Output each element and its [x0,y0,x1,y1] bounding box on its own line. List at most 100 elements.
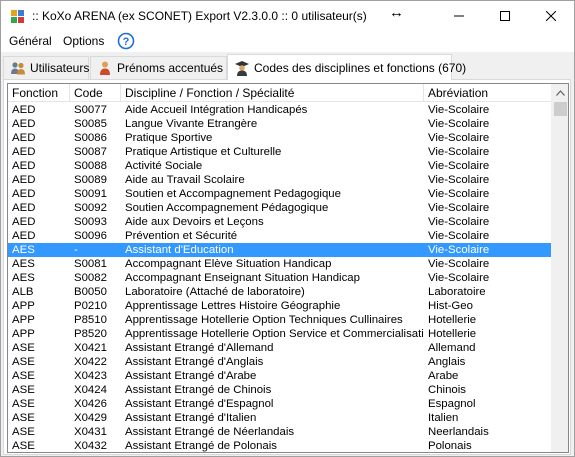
cell-abreviation: Polonais [428,440,472,452]
cell-fonction: AED [12,146,36,158]
cell-discipline: Soutien et Accompagnement Pedagogique [125,188,341,200]
svg-text:?: ? [123,36,130,48]
cell-abreviation: Vie-Scolaire [428,118,490,130]
cell-code: S0088 [74,160,107,172]
table-row[interactable]: AED S0085 Langue Vivante Etrangère Vie-Scol… [8,117,553,131]
vertical-scrollbar[interactable] [551,84,568,452]
cell-discipline: Pratique Artistique et Culturelle [125,146,282,158]
cell-fonction: APP [12,328,35,340]
table-row[interactable]: ASE X0422 Assistant Etrangé d'Anglais Angla… [8,355,553,369]
cell-abreviation: Chinois [428,384,466,396]
cell-abreviation: Vie-Scolaire [428,230,490,242]
cell-abreviation: Vie-Scolaire [428,132,490,144]
table-row[interactable]: AES S0082 Accompagnant Enseignant Situatio… [8,271,553,285]
tab-label: Utilisateurs [30,61,90,75]
codes-list-view[interactable]: Fonction Code Discipline / Fonction / Sp… [7,83,569,453]
cell-code: S0092 [74,202,107,214]
teacher-icon [234,60,250,76]
cell-discipline: Assistant Etrangé de Chinois [125,384,272,396]
table-row[interactable]: ASE X0432 Assistant Etrangé de Polonais Pol… [8,439,553,452]
table-row[interactable]: AED S0086 Pratique Sportive Vie-Scolaire [8,131,553,145]
table-row[interactable]: APP P0210 Apprentissage Lettres Histoire G… [8,299,553,313]
close-button[interactable] [528,1,574,31]
cell-discipline: Assistant Etrangé de Polonais [125,440,277,452]
cell-code: B0050 [74,286,107,298]
cell-code: S0086 [74,132,107,144]
cell-fonction: ASE [12,370,35,382]
table-row[interactable]: AED S0093 Aide aux Devoirs et Leçons Vie-Sc… [8,215,553,229]
close-icon [546,11,556,21]
cell-code: S0085 [74,118,107,130]
menu-options[interactable]: Options [63,34,104,48]
cell-discipline: Apprentissage Hotellerie Option Techniqu… [125,314,403,326]
table-row[interactable]: AES S0081 Accompagnant Elève Situation Han… [8,257,553,271]
help-icon[interactable]: ? [117,32,135,50]
cell-fonction: APP [12,300,35,312]
column-header-abreviation[interactable]: Abréviation [424,84,553,102]
cell-discipline: Apprentissage Lettres Histoire Géographi… [125,300,341,312]
minimize-button[interactable] [436,1,482,31]
cell-discipline: Assistant Etrangé d'Espagnol [125,398,274,410]
cell-abreviation: Italien [428,412,459,424]
table-row[interactable]: AED S0089 Aide au Travail Scolaire Vie-Scol… [8,173,553,187]
cell-discipline: Activité Sociale [125,160,203,172]
table-row[interactable]: APP P8510 Apprentissage Hotellerie Option … [8,313,553,327]
cell-abreviation: Vie-Scolaire [428,160,490,172]
cell-fonction: AED [12,188,36,200]
cell-discipline: Assistant Etrangé d'Italien [125,412,257,424]
table-row[interactable]: ASE X0426 Assistant Etrangé d'Espagnol Espa… [8,397,553,411]
cell-code: S0089 [74,174,107,186]
cell-fonction: ASE [12,440,35,452]
cell-fonction: AES [12,258,35,270]
cell-discipline: Assistant Etrangé d'Arabe [125,370,257,382]
table-row[interactable]: AED S0077 Aide Accueil Intégration Handica… [8,103,553,117]
tab-strip: Utilisateurs Prénoms accentués Codes des… [1,52,574,80]
tab-utilisateurs[interactable]: Utilisateurs [3,56,89,79]
cell-abreviation: Vie-Scolaire [428,244,490,256]
cell-code: X0422 [74,356,107,368]
window-title: :: KoXo ARENA (ex SCONET) Export V2.3.0.… [32,9,367,23]
cell-abreviation: Laboratoire [428,286,486,298]
column-header-discipline[interactable]: Discipline / Fonction / Spécialité [121,84,424,102]
cell-code: X0426 [74,398,107,410]
cell-code: P0210 [74,300,107,312]
table-row[interactable]: AED S0096 Prévention et Sécurité Vie-Scolai… [8,229,553,243]
table-row[interactable]: AED S0092 Soutien Accompagnement Pédagogiq… [8,201,553,215]
column-header-code[interactable]: Code [70,84,121,102]
chevron-up-icon [556,89,565,96]
table-row[interactable]: APP P8520 Apprentissage Hotellerie Option … [8,327,553,341]
cell-discipline: Laboratoire (Attaché de laboratoire) [125,286,305,298]
menu-bar: Général Options ? [1,31,574,52]
table-row[interactable]: ASE X0424 Assistant Etrangé de Chinois Chin… [8,383,553,397]
tab-prenoms-accentues[interactable]: Prénoms accentués [90,56,227,79]
table-row[interactable]: AED S0088 Activité Sociale Vie-Scolaire [8,159,553,173]
table-row[interactable]: ASE X0429 Assistant Etrangé d'Italien Itali… [8,411,553,425]
cell-code: P8520 [74,328,107,340]
cell-abreviation: Vie-Scolaire [428,104,490,116]
cell-discipline: Accompagnant Enseignant Situation Handic… [125,272,360,284]
maximize-button[interactable] [482,1,528,31]
tab-codes-disciplines[interactable]: Codes des disciplines et fonctions (670) [227,54,466,80]
cell-discipline: Assistant Etrangé d'Anglais [125,356,264,368]
tab-label: Prénoms accentués [117,61,224,75]
cell-fonction: AED [12,104,36,116]
scroll-up-button[interactable] [552,84,568,101]
table-row[interactable]: ASE X0431 Assistant Etrangé de Néerlandais… [8,425,553,439]
cell-code: X0424 [74,384,107,396]
table-row[interactable]: AES - Assistant d'Education Vie-Scolaire [8,243,553,257]
cell-discipline: Assistant Etrangé d'Allemand [125,342,274,354]
cell-code: X0423 [74,370,107,382]
table-row[interactable]: ALB B0050 Laboratoire (Attaché de laborato… [8,285,553,299]
table-row[interactable]: AED S0087 Pratique Artistique et Culturell… [8,145,553,159]
cell-abreviation: Vie-Scolaire [428,216,490,228]
scroll-thumb[interactable] [554,102,567,116]
table-row[interactable]: AED S0091 Soutien et Accompagnement Pedago… [8,187,553,201]
column-header-fonction[interactable]: Fonction [8,84,70,102]
cell-fonction: AED [12,202,36,214]
menu-general[interactable]: Général [9,34,52,48]
table-row[interactable]: ASE X0421 Assistant Etrangé d'Allemand Alle… [8,341,553,355]
title-bar[interactable]: :: KoXo ARENA (ex SCONET) Export V2.3.0.… [1,1,574,31]
cell-fonction: AES [12,272,35,284]
cell-code: X0429 [74,412,107,424]
table-row[interactable]: ASE X0423 Assistant Etrangé d'Arabe Arabe [8,369,553,383]
